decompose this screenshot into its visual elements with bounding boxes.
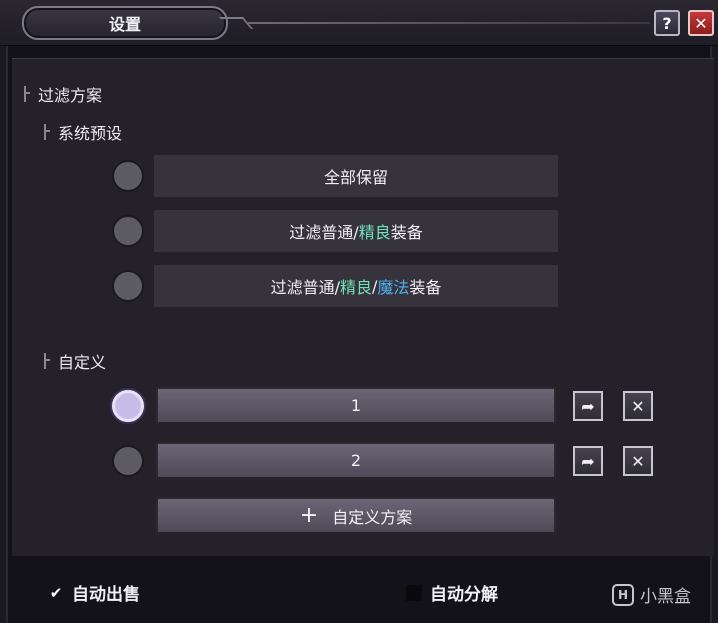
- preset-option-keep-all[interactable]: 全部保留: [154, 155, 558, 197]
- custom-heading: 自定义: [44, 349, 106, 373]
- filter-scheme-label: 过滤方案: [38, 86, 103, 105]
- preset-option-filter-fine[interactable]: 过滤普通/精良 装备: [154, 210, 558, 252]
- close-button[interactable]: ✕: [688, 10, 714, 36]
- checkmark-icon: ✔: [49, 583, 63, 602]
- preset-label-part: 装备: [390, 223, 423, 242]
- preset-label-part: 装备: [409, 278, 442, 297]
- custom-label: 自定义: [58, 353, 107, 372]
- custom-scheme-1[interactable]: 1: [156, 387, 556, 425]
- auto-sell-label: 自动出售: [72, 585, 140, 605]
- title-divider: [248, 22, 650, 24]
- add-custom-label: 自定义方案: [332, 507, 413, 527]
- custom-radio-1[interactable]: [112, 390, 144, 422]
- preset-label-part: 过滤普通/: [270, 278, 340, 297]
- empty-checkbox-icon: [406, 584, 422, 601]
- custom-radio-2[interactable]: [112, 445, 144, 477]
- add-custom-scheme-button[interactable]: + 自定义方案: [156, 497, 556, 535]
- custom-scheme-label: 2: [350, 451, 362, 470]
- preset-option-filter-magic[interactable]: 过滤普通/精良 / 魔法 装备: [154, 265, 558, 307]
- auto-sell-checkbox[interactable]: ✔ 自动出售: [48, 580, 140, 606]
- quality-fine-text: 精良: [358, 223, 391, 242]
- preset-label-part: 过滤普通/: [289, 223, 359, 242]
- preset-radio-keep-all[interactable]: [112, 160, 144, 192]
- share-button-2[interactable]: ➦: [573, 446, 603, 476]
- auto-disassemble-label: 自动分解: [430, 585, 498, 605]
- preset-radio-filter-fine[interactable]: [112, 215, 144, 247]
- system-preset-heading: 系统预设: [44, 120, 122, 144]
- tree-branch-icon: [24, 86, 30, 102]
- delete-x-icon: ✕: [631, 396, 645, 416]
- filter-scheme-heading: 过滤方案: [24, 82, 102, 106]
- title-bar: 设置 ? ✕: [0, 0, 718, 46]
- quality-fine-text: 精良: [339, 278, 372, 297]
- preset-label: 全部保留: [323, 168, 388, 187]
- plus-icon: +: [299, 502, 319, 528]
- custom-scheme-label: 1: [350, 396, 362, 415]
- watermark: H 小黑盒: [612, 582, 691, 607]
- window-title: 设置: [22, 6, 228, 40]
- system-preset-label: 系统预设: [58, 124, 123, 143]
- close-icon: ✕: [694, 13, 708, 33]
- share-button-1[interactable]: ➦: [573, 391, 603, 421]
- quality-magic-text: 魔法: [377, 278, 410, 297]
- delete-x-icon: ✕: [631, 451, 645, 471]
- tree-branch-icon: [44, 353, 50, 369]
- help-button[interactable]: ?: [654, 10, 680, 36]
- tree-branch-icon: [44, 124, 50, 140]
- auto-disassemble-checkbox[interactable]: 自动分解: [406, 580, 498, 605]
- help-icon: ?: [662, 13, 672, 33]
- delete-button-2[interactable]: ✕: [623, 446, 653, 476]
- custom-scheme-2[interactable]: 2: [156, 442, 556, 480]
- preset-radio-filter-magic[interactable]: [112, 270, 144, 302]
- share-arrow-icon: ➦: [581, 396, 595, 416]
- delete-button-1[interactable]: ✕: [623, 391, 653, 421]
- share-arrow-icon: ➦: [581, 451, 595, 471]
- heybox-logo-icon: H: [612, 583, 634, 606]
- watermark-text: 小黑盒: [640, 587, 691, 607]
